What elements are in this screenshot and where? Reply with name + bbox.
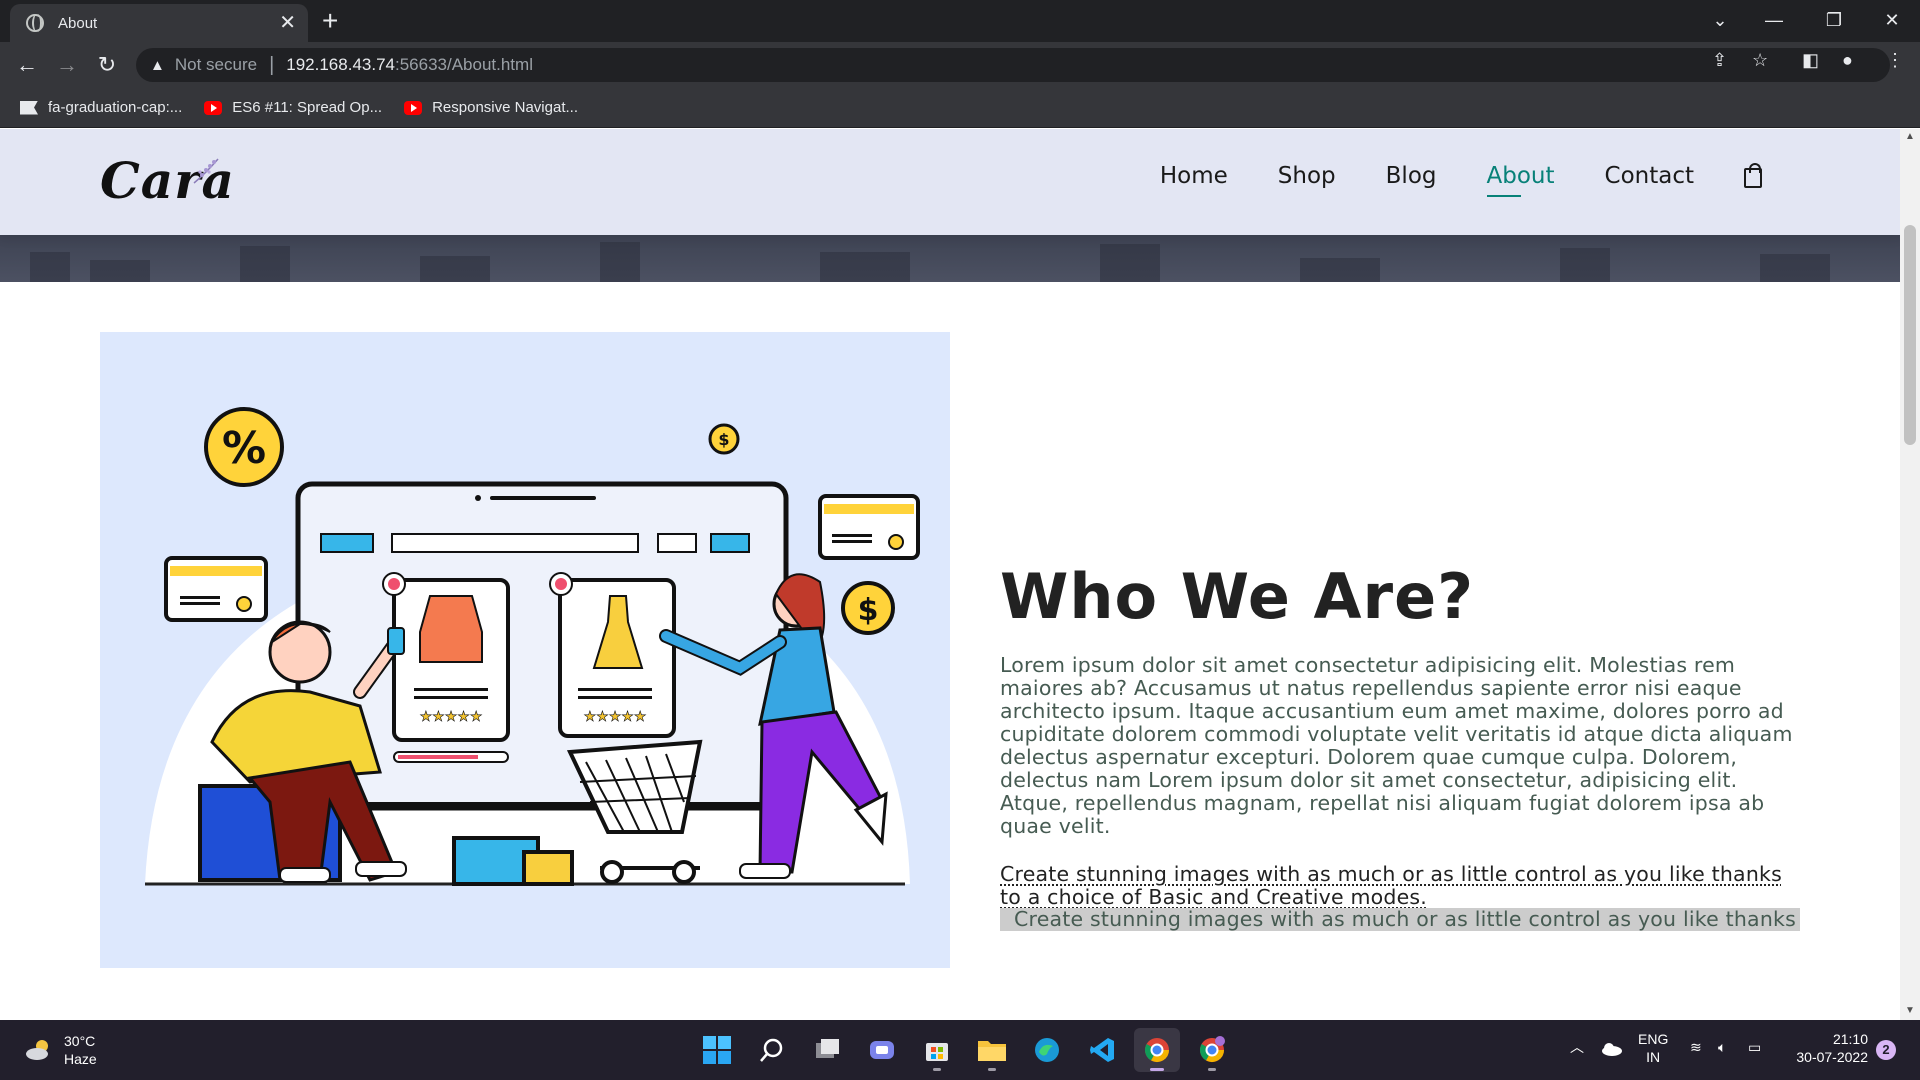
svg-text:$: $ (858, 593, 879, 628)
side-panel-icon[interactable]: ◧ (1802, 50, 1819, 71)
region-code: IN (1646, 1049, 1661, 1065)
scrolling-marquee: Create stunning images with as much or a… (1000, 908, 1800, 931)
edge-browser-icon[interactable] (1024, 1028, 1070, 1072)
page-hero-banner (0, 235, 1900, 282)
browser-tab-bar: About ✕ + ⌄ — ❐ ✕ (0, 0, 1920, 42)
wifi-icon[interactable]: ≋ (1690, 1038, 1702, 1056)
chrome-profile-icon[interactable] (1189, 1028, 1235, 1072)
svg-text:%: % (222, 423, 266, 474)
address-separator: | (269, 53, 275, 76)
tab-search-chevron-icon[interactable]: ⌄ (1692, 0, 1748, 40)
close-window-button[interactable]: ✕ (1864, 0, 1920, 40)
main-nav: Home Shop Blog About Contact (1110, 163, 1762, 197)
browser-toolbar: ← → ↻ ▲ Not secure | 192.168.43.74 :5663… (0, 42, 1920, 88)
clock-date: 30-07-2022 (1796, 1049, 1868, 1065)
teams-chat-icon[interactable] (859, 1028, 905, 1072)
bookmark-label: fa-graduation-cap:... (48, 99, 183, 116)
bookmark-star-icon[interactable]: ☆ (1752, 50, 1768, 71)
start-windows-icon[interactable] (694, 1028, 740, 1072)
shopping-bag-icon[interactable] (1744, 163, 1762, 188)
menu-kebab-icon[interactable]: ⋮ (1886, 50, 1904, 71)
url-path: :56633/About.html (394, 55, 533, 74)
taskbar-apps (694, 1028, 1244, 1072)
security-label[interactable]: Not secure (175, 55, 257, 75)
about-quote: Create stunning images with as much or a… (1000, 862, 1782, 909)
weather-widget[interactable]: 30°C Haze (24, 1032, 97, 1068)
browser-tab-about[interactable]: About ✕ (10, 4, 308, 42)
chrome-icon[interactable] (1134, 1028, 1180, 1072)
svg-text:★★★★★: ★★★★★ (420, 709, 483, 725)
battery-icon[interactable]: ▭ (1748, 1038, 1761, 1056)
minimize-window-button[interactable]: — (1746, 0, 1802, 40)
bookmark-label: Responsive Navigat... (432, 99, 578, 116)
nav-shop[interactable]: Shop (1278, 163, 1336, 189)
page-scrollbar[interactable]: ▲ ▼ (1900, 129, 1920, 1020)
nav-blog[interactable]: Blog (1386, 163, 1437, 189)
nav-about[interactable]: About (1486, 163, 1555, 197)
youtube-icon (204, 100, 223, 115)
bookmarks-bar: fa-graduation-cap:... ES6 #11: Spread Op… (0, 88, 1920, 128)
bookmark-label: ES6 #11: Spread Op... (232, 99, 383, 116)
about-paragraph: Lorem ipsum dolor sit amet consectetur a… (1000, 653, 1793, 838)
tab-title: About (58, 14, 98, 32)
flag-icon (20, 100, 38, 115)
globe-icon (26, 14, 44, 32)
bookmark-item[interactable]: fa-graduation-cap:... (20, 99, 182, 116)
share-icon[interactable]: ⇪ (1712, 50, 1727, 71)
youtube-icon (404, 100, 423, 115)
windows-taskbar: 30°C Haze ︿ ENG IN ≋ 🔈︎ ▭ 21:10 30-07-20… (0, 1020, 1920, 1080)
forward-arrow-icon[interactable]: → (52, 51, 82, 79)
close-tab-icon[interactable]: ✕ (279, 13, 296, 33)
scrollbar-thumb[interactable] (1904, 225, 1916, 445)
page-viewport: Cara Home Shop Blog About Contact % $ $ … (0, 129, 1900, 1020)
svg-text:$: $ (718, 430, 729, 449)
nav-home[interactable]: Home (1160, 163, 1228, 189)
url-host: 192.168.43.74 (286, 55, 395, 74)
bookmark-item[interactable]: Responsive Navigat... (404, 99, 578, 116)
language-indicator[interactable]: ENG IN (1638, 1030, 1668, 1066)
volume-icon[interactable]: 🔈︎ (1718, 1038, 1726, 1056)
notification-badge[interactable]: 2 (1876, 1040, 1896, 1060)
warning-triangle-icon[interactable]: ▲ (150, 57, 165, 74)
profile-icon[interactable]: ● (1842, 50, 1853, 71)
svg-text:★★★★★: ★★★★★ (584, 709, 647, 725)
search-icon[interactable] (749, 1028, 795, 1072)
address-bar[interactable]: ▲ Not secure | 192.168.43.74 :56633/Abou… (136, 48, 1890, 82)
microsoft-store-icon[interactable] (914, 1028, 960, 1072)
restore-window-button[interactable]: ❐ (1806, 0, 1862, 40)
site-header: Cara Home Shop Blog About Contact (0, 129, 1900, 235)
show-hidden-icons-chevron-icon[interactable]: ︿ (1570, 1038, 1584, 1056)
nav-contact[interactable]: Contact (1605, 163, 1694, 189)
back-arrow-icon[interactable]: ← (12, 51, 42, 79)
weather-temperature: 30°C (64, 1033, 96, 1049)
clock-time: 21:10 (1832, 1031, 1868, 1047)
clock[interactable]: 21:10 30-07-2022 (1788, 1030, 1868, 1066)
task-view-icon[interactable] (804, 1028, 850, 1072)
about-section: % $ $ ★★★★★ ★★★★★ Who We Are? Lorem ipsu… (0, 282, 1900, 1020)
onedrive-cloud-icon[interactable] (1600, 1042, 1622, 1056)
site-logo[interactable]: Cara (100, 151, 235, 210)
about-illustration: % $ $ ★★★★★ ★★★★★ (100, 332, 950, 968)
bookmark-item[interactable]: ES6 #11: Spread Op... (204, 99, 382, 116)
page-title: Who We Are? (1000, 560, 1475, 633)
vscode-icon[interactable] (1079, 1028, 1125, 1072)
file-explorer-icon[interactable] (969, 1028, 1015, 1072)
scroll-up-icon[interactable]: ▲ (1905, 131, 1915, 142)
language-code: ENG (1638, 1031, 1669, 1047)
new-tab-button[interactable]: + (322, 6, 338, 36)
weather-haze-icon (26, 1040, 48, 1060)
scroll-down-icon[interactable]: ▼ (1905, 1005, 1915, 1016)
weather-condition: Haze (64, 1051, 97, 1067)
lavender-sprig-icon (193, 158, 219, 184)
reload-icon[interactable]: ↻ (92, 51, 122, 79)
